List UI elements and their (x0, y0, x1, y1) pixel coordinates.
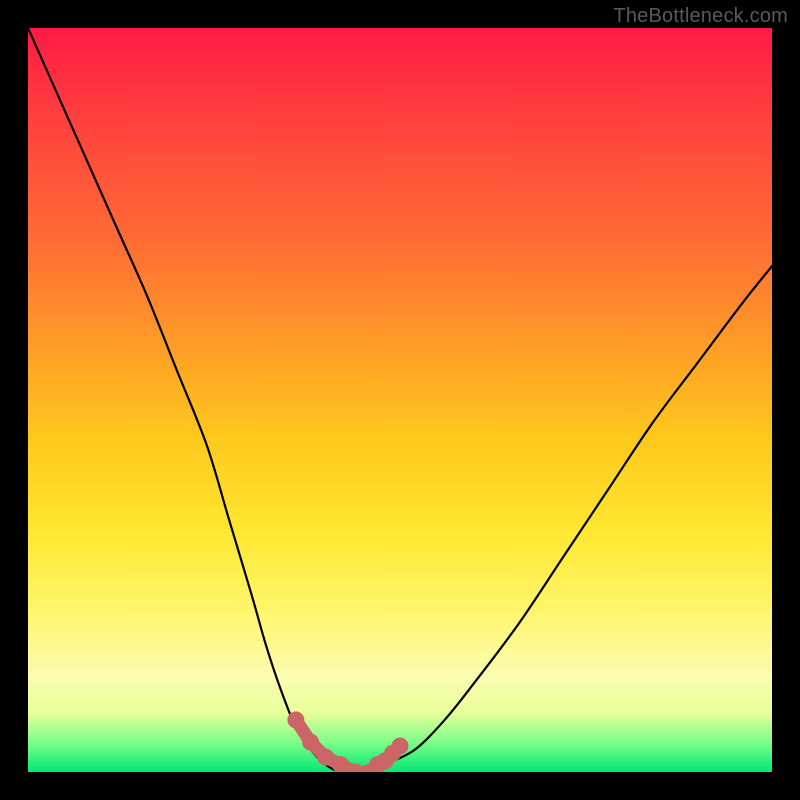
watermark-text: TheBottleneck.com (613, 5, 788, 28)
plot-area (28, 28, 772, 772)
bottleneck-markers (28, 28, 772, 772)
chart-frame: TheBottleneck.com (0, 0, 800, 800)
